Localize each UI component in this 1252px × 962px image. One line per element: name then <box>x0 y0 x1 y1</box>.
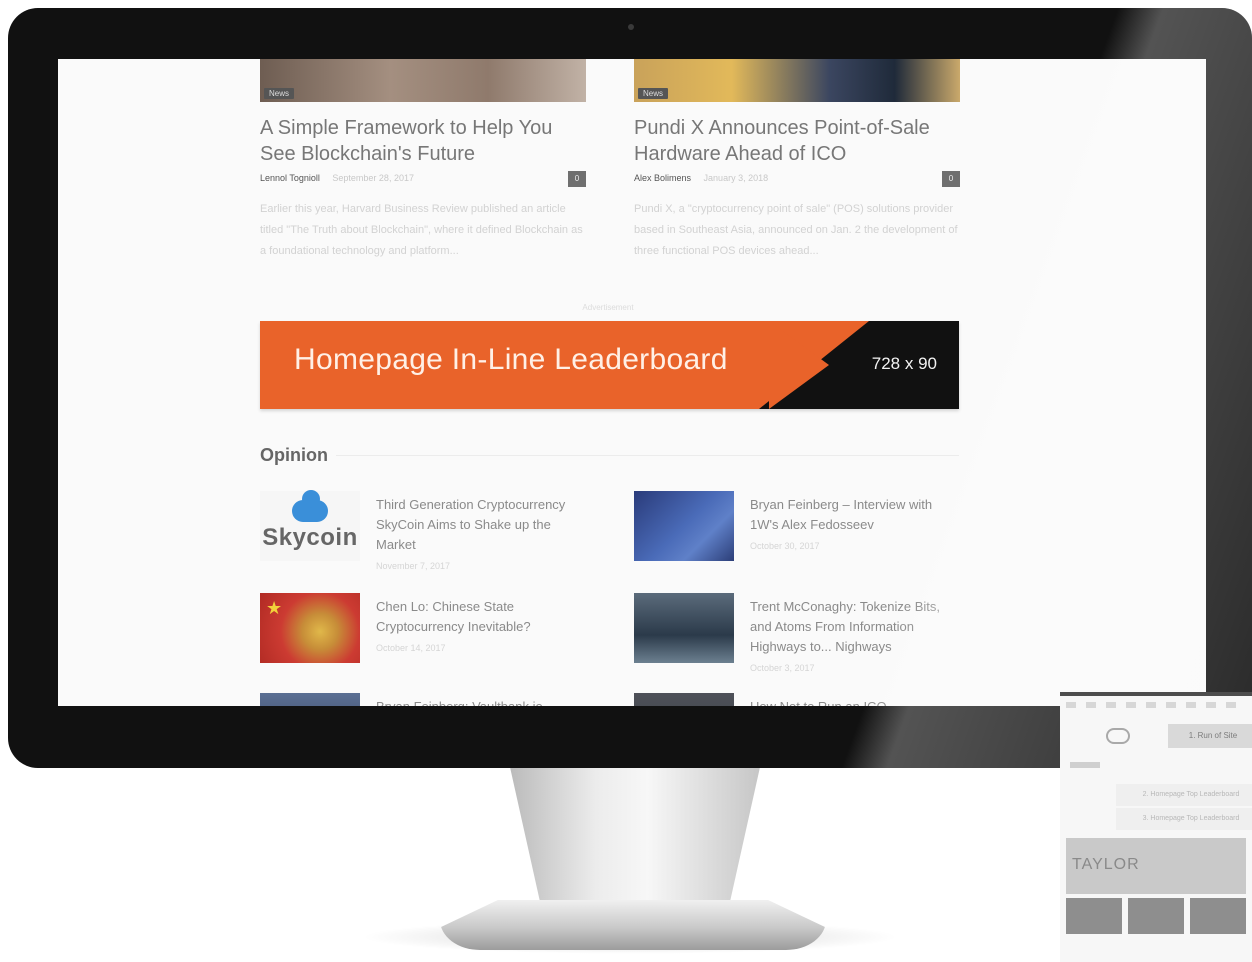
skycoin-logo[interactable]: Skycoin <box>260 490 360 561</box>
section-divider <box>260 455 959 456</box>
ad-size: 728 x 90 <box>871 354 937 373</box>
article-excerpt: Pundi X, a "cryptocurrency point of sale… <box>634 203 958 257</box>
opinion-item[interactable]: ★ Chen Lo: Chinese State Cryptocurrency … <box>260 593 590 673</box>
apple-logo-icon <box>610 714 636 744</box>
opinion-date: October 14, 2017 <box>376 643 446 653</box>
camera-dot <box>628 24 634 30</box>
cloud-icon <box>292 490 328 522</box>
opinion-title[interactable]: Bryan Feinberg – Interview with 1W's Ale… <box>750 495 960 535</box>
side-tiles <box>1066 898 1246 934</box>
category-badge[interactable]: News <box>264 88 295 99</box>
opinion-item[interactable]: Bryan Feinberg: Vaultbank.io <box>260 693 590 706</box>
opinion-item[interactable]: How Not to Run an ICO <box>634 693 964 706</box>
website-page: News A Simple Framework to Help You See … <box>58 59 1206 706</box>
star-icon: ★ <box>266 598 283 618</box>
opinion-date: November 7, 2017 <box>376 561 451 571</box>
side-ad-row: 2. Homepage Top Leaderboard <box>1116 784 1252 806</box>
featured-thumbnail[interactable]: News <box>260 59 586 102</box>
article-date: September 28, 2017 <box>332 173 414 183</box>
article-excerpt: Earlier this year, Harvard Business Revi… <box>260 203 583 257</box>
side-ad-slot-button[interactable]: 1. Run of Site <box>1168 724 1252 748</box>
author-name[interactable]: Lennol Tognioll <box>260 173 320 183</box>
monitor-screen: News A Simple Framework to Help You See … <box>58 59 1206 706</box>
opinion-title[interactable]: How Not to Run an ICO <box>750 697 960 706</box>
logo-text: Skycoin <box>262 524 358 551</box>
opinion-title[interactable]: Third Generation Cryptocurrency SkyCoin … <box>376 495 586 555</box>
opinion-title[interactable]: Chen Lo: Chinese State Cryptocurrency In… <box>376 597 586 637</box>
comment-count-icon[interactable]: 0 <box>942 171 960 187</box>
article-meta: Alex Bolimens January 3, 2018 <box>634 173 960 183</box>
opinion-item[interactable]: Bryan Feinberg – Interview with 1W's Ale… <box>634 491 964 571</box>
article-meta: Lennol Tognioll September 28, 2017 <box>260 173 586 183</box>
featured-thumbnail[interactable]: News <box>634 59 960 102</box>
opinion-date: October 3, 2017 <box>750 663 815 673</box>
article-title[interactable]: Pundi X Announces Point-of-Sale Hardware… <box>634 115 960 167</box>
opinion-item[interactable]: Skycoin Third Generation Cryptocurrency … <box>260 490 590 571</box>
opinion-date: October 30, 2017 <box>750 541 820 551</box>
opinion-thumbnail[interactable] <box>634 593 734 663</box>
ad-text: Homepage In-Line Leaderboard <box>294 343 728 376</box>
opinion-title[interactable]: Bryan Feinberg: Vaultbank.io <box>376 697 586 706</box>
monitor-bezel: News A Simple Framework to Help You See … <box>8 8 1252 768</box>
opinion-thumbnail[interactable] <box>260 693 360 706</box>
side-brand-text: TAYLOR <box>1072 856 1140 873</box>
opinion-item[interactable]: Trent McConaghy: Tokenize Bits, and Atom… <box>634 593 964 673</box>
section-title-opinion: Opinion <box>260 445 336 466</box>
opinion-title[interactable]: Trent McConaghy: Tokenize Bits, and Atom… <box>750 597 960 657</box>
opinion-thumbnail[interactable] <box>634 693 734 706</box>
comment-count-icon[interactable]: 0 <box>568 171 586 187</box>
secondary-screenshot-panel: 1. Run of Site 2. Homepage Top Leaderboa… <box>1060 692 1252 962</box>
opinion-thumbnail[interactable] <box>634 491 734 561</box>
category-badge[interactable]: News <box>638 88 669 99</box>
monitor-stand <box>510 768 760 908</box>
author-name[interactable]: Alex Bolimens <box>634 173 691 183</box>
leaderboard-ad[interactable]: Homepage In-Line Leaderboard 728 x 90 <box>260 321 959 409</box>
article-date: January 3, 2018 <box>703 173 769 183</box>
side-nav-bar <box>1066 702 1246 708</box>
opinion-thumbnail[interactable]: ★ <box>260 593 360 663</box>
article-title[interactable]: A Simple Framework to Help You See Block… <box>260 115 586 167</box>
side-tag <box>1070 762 1100 768</box>
side-ad-row: 3. Homepage Top Leaderboard <box>1116 808 1252 830</box>
side-logo-icon <box>1106 728 1130 744</box>
side-banner: TAYLOR <box>1066 838 1246 894</box>
advertisement-label: Advertisement <box>582 303 634 312</box>
monitor-base <box>440 900 826 950</box>
